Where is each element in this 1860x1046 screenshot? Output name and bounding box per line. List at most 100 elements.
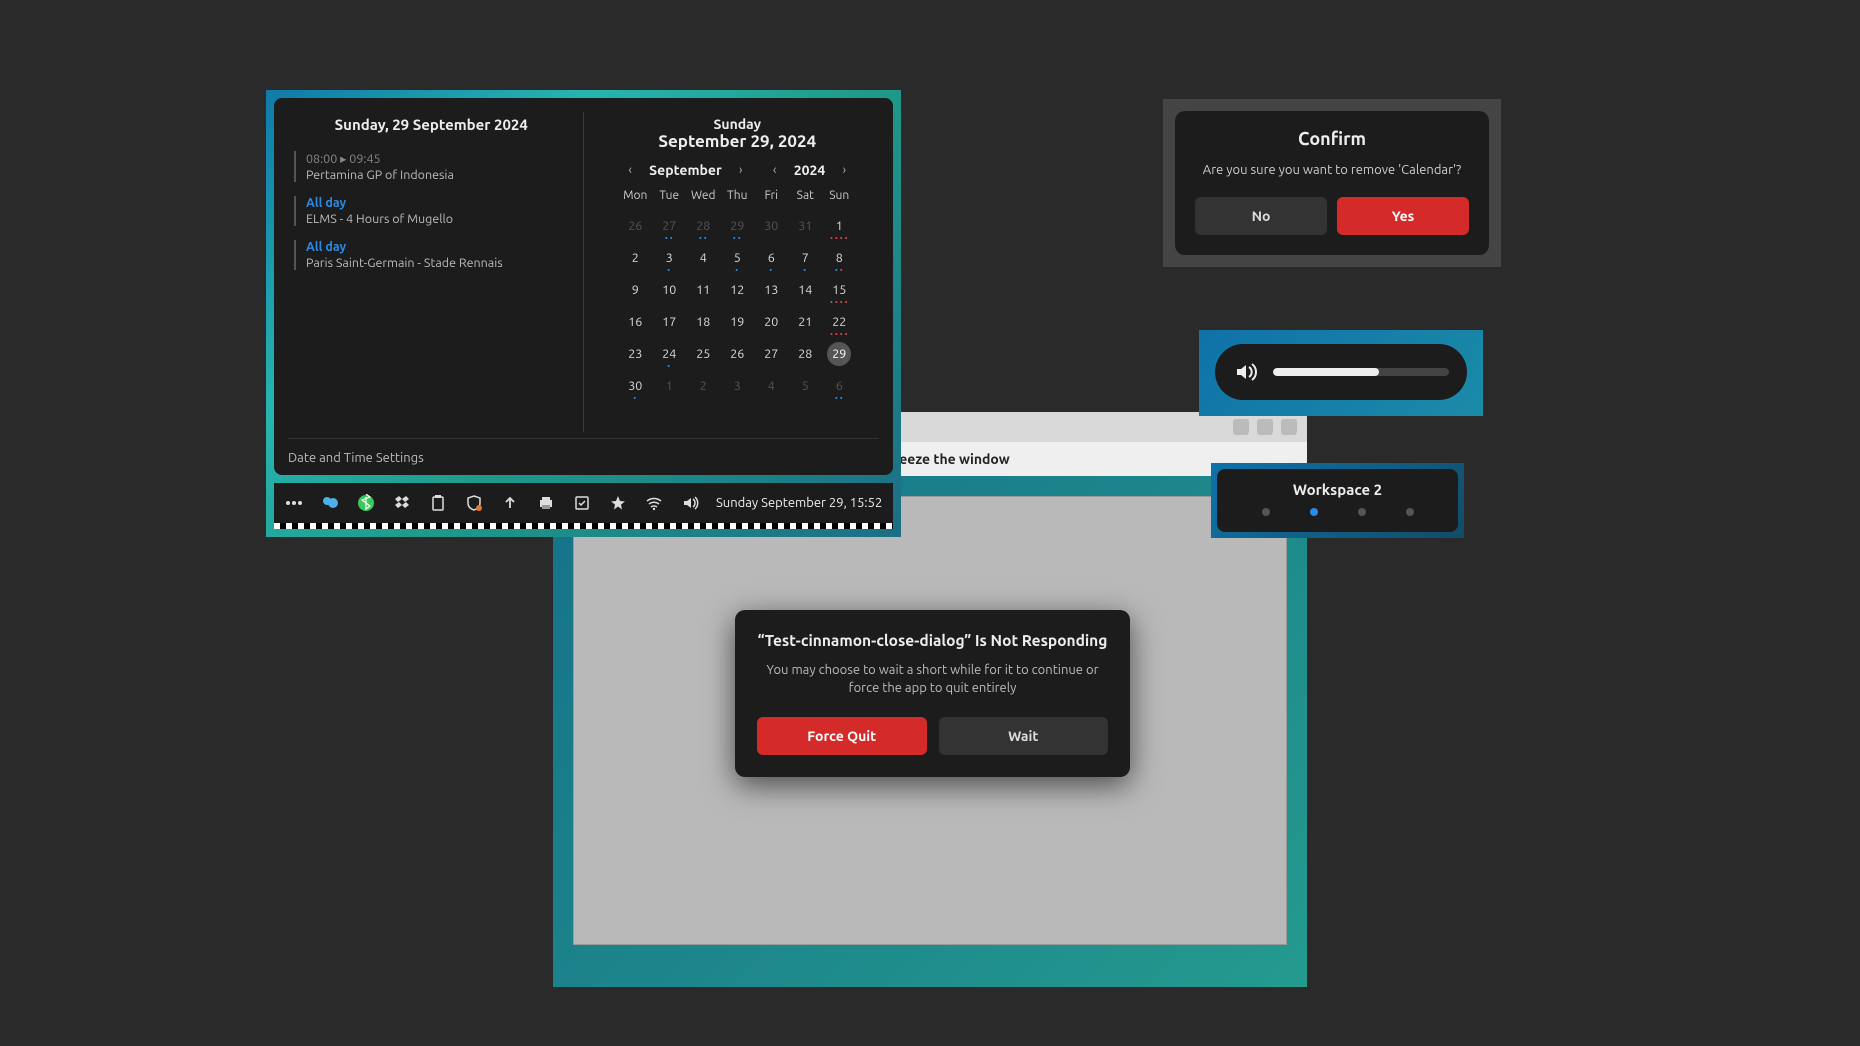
yes-button[interactable]: Yes bbox=[1337, 197, 1469, 235]
overflow-icon[interactable] bbox=[284, 493, 304, 513]
calendar-day[interactable]: 13 bbox=[754, 274, 788, 306]
calendar-day[interactable]: 28•• bbox=[686, 210, 720, 242]
dropbox-icon[interactable] bbox=[392, 493, 412, 513]
calendar-day[interactable]: 1•••• bbox=[822, 210, 856, 242]
calendar-day[interactable]: 27 bbox=[754, 338, 788, 370]
calendar-event[interactable]: 08:00 ▸ 09:45Pertamina GP of Indonesia bbox=[294, 151, 569, 182]
calendar-day[interactable]: 4 bbox=[686, 242, 720, 274]
calendar-day[interactable]: 28 bbox=[788, 338, 822, 370]
resize-handle[interactable] bbox=[274, 523, 893, 529]
calendar-day[interactable]: 31 bbox=[788, 210, 822, 242]
calendar-day[interactable]: 22•••• bbox=[822, 306, 856, 338]
volume-tray-icon[interactable] bbox=[680, 493, 700, 513]
prev-month-button[interactable]: ‹ bbox=[621, 161, 639, 179]
no-button[interactable]: No bbox=[1195, 197, 1327, 235]
date-time-settings-link[interactable]: Date and Time Settings bbox=[288, 438, 879, 465]
prev-year-button[interactable]: ‹ bbox=[766, 161, 784, 179]
calendar-day[interactable]: 12 bbox=[720, 274, 754, 306]
calendar-day[interactable]: 10 bbox=[652, 274, 686, 306]
taskbar: Sunday September 29, 15:52 bbox=[274, 483, 893, 523]
event-allday-label: All day bbox=[306, 196, 569, 210]
favorites-icon[interactable] bbox=[608, 493, 628, 513]
calendar-day[interactable]: 5 bbox=[788, 370, 822, 402]
bluetooth-icon[interactable] bbox=[356, 493, 376, 513]
calendar-day[interactable]: 6• bbox=[754, 242, 788, 274]
shield-icon[interactable] bbox=[464, 493, 484, 513]
calendar-dow-header: Tue bbox=[652, 185, 686, 210]
calendar-dow-header: Fri bbox=[754, 185, 788, 210]
next-month-button[interactable]: › bbox=[732, 161, 750, 179]
calendar-day[interactable]: 30• bbox=[618, 370, 652, 402]
calendar-day[interactable]: 8•• bbox=[822, 242, 856, 274]
calendar-dow-header: Sat bbox=[788, 185, 822, 210]
calendar-applet: Sunday, 29 September 2024 08:00 ▸ 09:45P… bbox=[266, 90, 901, 537]
calendar-day[interactable]: 26 bbox=[720, 338, 754, 370]
calendar-day[interactable]: 7• bbox=[788, 242, 822, 274]
not-responding-message: You may choose to wait a short while for… bbox=[757, 661, 1108, 697]
event-time: 08:00 ▸ 09:45 bbox=[306, 151, 569, 166]
calendar-day[interactable]: 4 bbox=[754, 370, 788, 402]
calendar-day[interactable]: 18 bbox=[686, 306, 720, 338]
printer-icon[interactable] bbox=[536, 493, 556, 513]
calendar-dow-header: Thu bbox=[720, 185, 754, 210]
calendar-day[interactable]: 30 bbox=[754, 210, 788, 242]
calendar-day[interactable]: 25 bbox=[686, 338, 720, 370]
calendar-day[interactable]: 16 bbox=[618, 306, 652, 338]
calendar-day[interactable]: 6•• bbox=[822, 370, 856, 402]
calendar-day[interactable]: 1 bbox=[652, 370, 686, 402]
calendar-date-title: Sunday, 29 September 2024 bbox=[294, 116, 569, 133]
calendar-dow-header: Wed bbox=[686, 185, 720, 210]
files-icon[interactable] bbox=[572, 493, 592, 513]
volume-icon bbox=[1233, 359, 1259, 385]
month-label[interactable]: September bbox=[643, 162, 728, 178]
not-responding-title: “Test-cinnamon-close-dialog” Is Not Resp… bbox=[757, 632, 1108, 649]
calendar-day[interactable]: 15•••• bbox=[822, 274, 856, 306]
upload-icon[interactable] bbox=[500, 493, 520, 513]
wait-button[interactable]: Wait bbox=[939, 717, 1109, 755]
calendar-day[interactable]: 19 bbox=[720, 306, 754, 338]
calendar-day[interactable]: 3• bbox=[652, 242, 686, 274]
maximize-button[interactable] bbox=[1257, 419, 1273, 435]
workspace-dot[interactable] bbox=[1310, 508, 1318, 516]
calendar-day[interactable]: 17 bbox=[652, 306, 686, 338]
confirm-message: Are you sure you want to remove 'Calenda… bbox=[1195, 163, 1469, 177]
close-button[interactable] bbox=[1281, 419, 1297, 435]
workspace-label: Workspace 2 bbox=[1229, 481, 1446, 498]
workspace-dot[interactable] bbox=[1262, 508, 1270, 516]
volume-osd bbox=[1199, 330, 1483, 416]
calendar-day[interactable]: 24• bbox=[652, 338, 686, 370]
calendar-day[interactable]: 5• bbox=[720, 242, 754, 274]
calendar-day[interactable]: 2 bbox=[686, 370, 720, 402]
calendar-day[interactable]: 21 bbox=[788, 306, 822, 338]
workspace-dot[interactable] bbox=[1406, 508, 1414, 516]
calendar-day[interactable]: 27•• bbox=[652, 210, 686, 242]
calendar-dow-header: Sun bbox=[822, 185, 856, 210]
calendar-events-pane: Sunday, 29 September 2024 08:00 ▸ 09:45P… bbox=[288, 112, 584, 432]
calendar-day[interactable]: 26 bbox=[618, 210, 652, 242]
taskbar-clock[interactable]: Sunday September 29, 15:52 bbox=[716, 496, 882, 510]
next-year-button[interactable]: › bbox=[835, 161, 853, 179]
calendar-day[interactable]: 14 bbox=[788, 274, 822, 306]
calendar-dow-header: Mon bbox=[618, 185, 652, 210]
calendar-day[interactable]: 29 bbox=[822, 338, 856, 370]
workspace-indicator bbox=[1229, 508, 1446, 516]
calendar-event[interactable]: All day ELMS - 4 Hours of Mugello bbox=[294, 196, 569, 226]
calendar-day[interactable]: 9 bbox=[618, 274, 652, 306]
workspace-dot[interactable] bbox=[1358, 508, 1366, 516]
calendar-day[interactable]: 23 bbox=[618, 338, 652, 370]
minimize-button[interactable] bbox=[1233, 419, 1249, 435]
calendar-month-pane: Sunday September 29, 2024 ‹ September › … bbox=[584, 112, 880, 432]
calendar-day[interactable]: 20 bbox=[754, 306, 788, 338]
calendar-day[interactable]: 3 bbox=[720, 370, 754, 402]
clipboard-icon[interactable] bbox=[428, 493, 448, 513]
year-label[interactable]: 2024 bbox=[788, 162, 832, 178]
calendar-day[interactable]: 2 bbox=[618, 242, 652, 274]
force-quit-button[interactable]: Force Quit bbox=[757, 717, 927, 755]
calendar-event[interactable]: All dayParis Saint-Germain - Stade Renna… bbox=[294, 240, 569, 270]
calendar-day[interactable]: 11 bbox=[686, 274, 720, 306]
calendar-day[interactable]: 29•• bbox=[720, 210, 754, 242]
volume-slider[interactable] bbox=[1273, 368, 1449, 376]
event-title: ELMS - 4 Hours of Mugello bbox=[306, 212, 569, 226]
wifi-icon[interactable] bbox=[644, 493, 664, 513]
weather-icon[interactable] bbox=[320, 493, 340, 513]
